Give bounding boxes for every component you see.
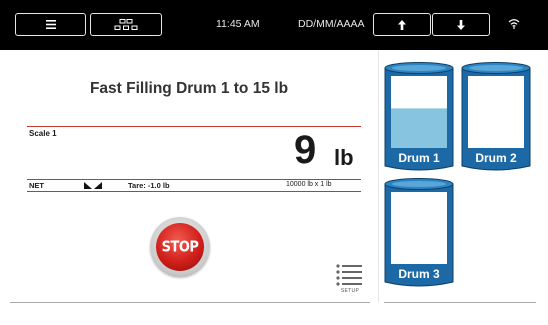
drum-1-button[interactable]: Drum 1 xyxy=(384,62,454,173)
stop-button-face: STOP xyxy=(156,223,204,271)
zero-center-icon xyxy=(84,182,102,189)
wifi-icon xyxy=(508,19,520,29)
drum-2-button[interactable]: Drum 2 xyxy=(461,62,531,173)
tare-label: Tare: -1.0 lb xyxy=(128,181,170,190)
capacity-label: 10000 lb x 1 lb xyxy=(286,181,332,188)
setup-button[interactable]: SETUP xyxy=(335,262,365,298)
drum-2-label: Drum 2 xyxy=(475,151,517,165)
setup-label: SETUP xyxy=(340,288,360,294)
grid-icon xyxy=(114,18,138,30)
scale-label: Scale 1 xyxy=(29,129,57,138)
stop-button[interactable]: STOP xyxy=(150,217,210,277)
date-display: DD/MM/AAAA xyxy=(298,18,365,30)
drum-1-label: Drum 1 xyxy=(398,151,440,165)
stop-label: STOP xyxy=(161,238,199,256)
arrow-down-icon xyxy=(457,19,465,30)
panel-divider xyxy=(378,50,379,302)
divider-line xyxy=(27,126,361,127)
scroll-up-button[interactable] xyxy=(373,13,431,36)
arrow-up-icon xyxy=(398,19,406,30)
bottom-divider xyxy=(10,302,370,303)
divider-line xyxy=(27,179,361,180)
page-title: Fast Filling Drum 1 to 15 lb xyxy=(89,80,289,97)
top-bar: 11:45 AM DD/MM/AAAA xyxy=(0,0,548,50)
grid-view-button[interactable] xyxy=(90,13,162,36)
list-menu-icon xyxy=(336,264,362,286)
drum-3-label: Drum 3 xyxy=(398,267,440,281)
bottom-divider xyxy=(384,302,536,303)
scroll-down-button[interactable] xyxy=(432,13,490,36)
menu-button[interactable] xyxy=(15,13,86,36)
weight-unit: lb xyxy=(334,145,354,170)
net-label: NET xyxy=(29,181,44,190)
hamburger-menu-icon xyxy=(45,20,56,29)
clock-time: 11:45 AM xyxy=(216,18,260,30)
divider-line xyxy=(27,191,361,192)
drum-3-button[interactable]: Drum 3 xyxy=(384,178,454,289)
weight-value: 9 xyxy=(294,128,317,172)
